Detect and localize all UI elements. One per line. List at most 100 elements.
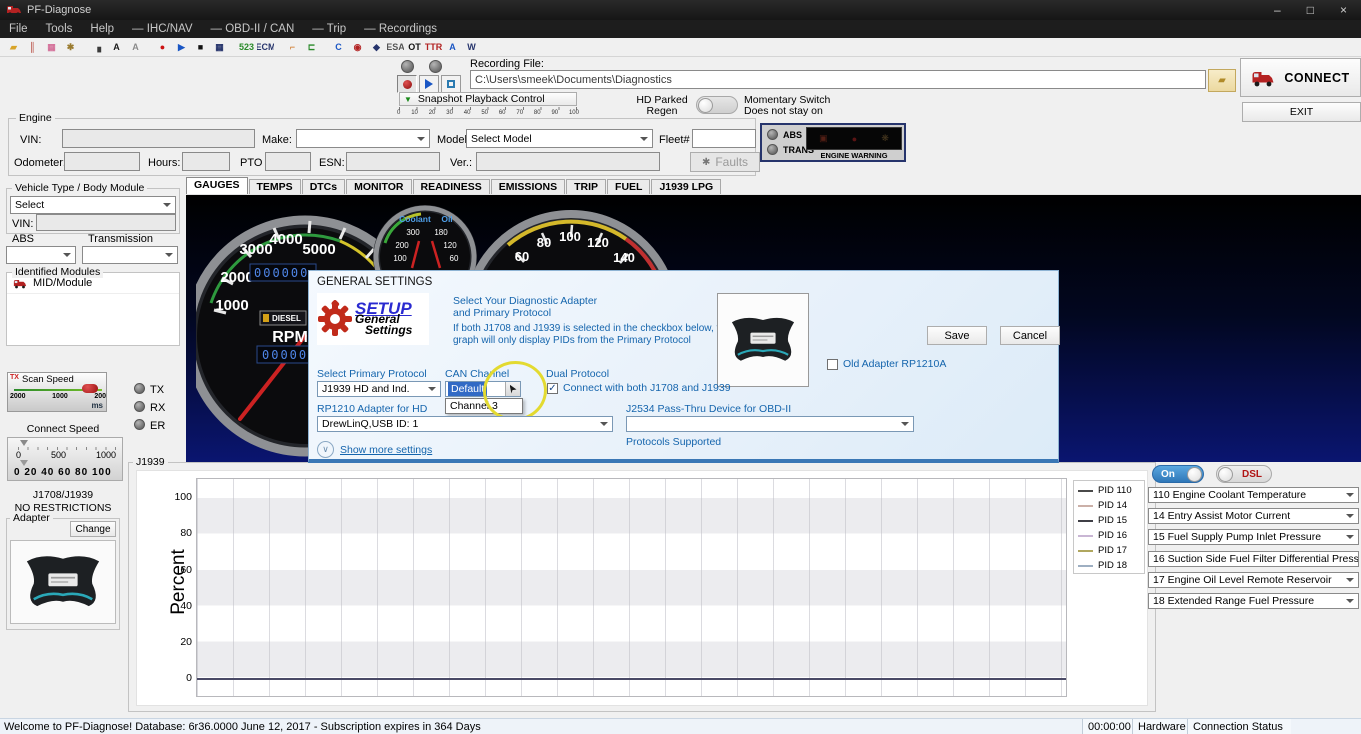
pid-select-5[interactable]: 17 Engine Oil Level Remote Reservoir	[1148, 572, 1359, 588]
esn-field[interactable]	[346, 152, 440, 171]
rp1210-adapter-select[interactable]: DrewLinQ,USB ID: 1	[317, 416, 613, 432]
vin-field[interactable]	[62, 129, 255, 148]
odometer-field[interactable]	[64, 152, 140, 171]
recording-file-label: Recording File:	[470, 58, 544, 70]
snapshot-playback-label: Snapshot Playback Control	[418, 93, 545, 105]
chevron-down-icon	[1346, 514, 1354, 518]
pid-select-6[interactable]: 18 Extended Range Fuel Pressure	[1148, 593, 1359, 609]
transmission-select[interactable]	[82, 246, 178, 264]
tab-dtcs[interactable]: DTCs	[302, 179, 345, 194]
pid-select-2[interactable]: 14 Entry Assist Motor Current	[1148, 508, 1359, 524]
maximize-button[interactable]: □	[1307, 3, 1314, 17]
pid-select-3[interactable]: 15 Fuel Supply Pump Inlet Pressure	[1148, 529, 1359, 545]
tab-readiness[interactable]: READINESS	[413, 179, 490, 194]
recording-file-input[interactable]	[470, 70, 1206, 89]
snapshot-playback-button[interactable]: ▼ Snapshot Playback Control	[399, 92, 577, 106]
menu-file[interactable]: File	[0, 23, 37, 35]
vehicle-type-select[interactable]: Select	[10, 196, 176, 214]
stop-button[interactable]	[441, 75, 461, 93]
connector-icon[interactable]: ⊏	[303, 40, 320, 55]
make-select[interactable]	[296, 129, 430, 148]
identified-modules-label: Identified Modules	[12, 266, 103, 278]
menu-recordings[interactable]: — Recordings	[355, 23, 446, 35]
menu-help[interactable]: Help	[81, 23, 123, 35]
pid-select-1[interactable]: 110 Engine Coolant Temperature	[1148, 487, 1359, 503]
menu-tools[interactable]: Tools	[37, 23, 82, 35]
browse-folder-button[interactable]: ▰	[1208, 69, 1236, 92]
save-icon[interactable]: ▦	[43, 40, 60, 55]
connect-speed-pointer-top	[20, 440, 28, 446]
record-button[interactable]	[397, 75, 417, 93]
model-select[interactable]: Select Model	[466, 129, 653, 148]
record-icon[interactable]: ●	[154, 40, 171, 55]
show-more-settings-link[interactable]: ∨ Show more settings	[317, 441, 432, 458]
j2534-device-select[interactable]	[626, 416, 914, 432]
ver-field[interactable]	[476, 152, 660, 171]
sidebar-vin-field[interactable]	[36, 214, 176, 231]
connect-speed-scale-bottom: 0 20 40 60 80 100	[14, 467, 112, 478]
settings-gear-icon[interactable]: ✱	[62, 40, 79, 55]
pto-field[interactable]	[265, 152, 311, 171]
ecm-icon[interactable]: ECM	[257, 40, 274, 55]
menu-obd2-can[interactable]: — OBD-II / CAN	[202, 23, 304, 35]
pid-select-4[interactable]: 16 Suction Side Fuel Filter Differential…	[1148, 551, 1359, 567]
cancel-button[interactable]: Cancel	[1000, 326, 1060, 345]
tab-emissions[interactable]: EMISSIONS	[491, 179, 565, 194]
fonts-icon[interactable]: A	[108, 40, 125, 55]
dtc-tool-icon[interactable]: OT	[406, 40, 423, 55]
security-key-icon[interactable]: ⌐	[284, 40, 301, 55]
ddec-icon[interactable]: ◉	[349, 40, 366, 55]
tab-j1939-lpg[interactable]: J1939 LPG	[651, 179, 721, 194]
protocols-label: J1708/J1939	[0, 489, 126, 501]
adapter-config-icon[interactable]: ║	[24, 40, 41, 55]
tab-monitor[interactable]: MONITOR	[346, 179, 411, 194]
fleet-field[interactable]	[692, 129, 756, 148]
primary-protocol-select[interactable]: J1939 HD and Ind.	[317, 381, 441, 397]
on-toggle[interactable]: On	[1152, 465, 1204, 483]
waveform-icon[interactable]: W	[463, 40, 480, 55]
legend-item: PID 16	[1074, 528, 1144, 543]
menu-trip[interactable]: — Trip	[303, 23, 355, 35]
faults-button[interactable]: ✱ Faults	[690, 152, 760, 172]
tab-temps[interactable]: TEMPS	[249, 179, 301, 194]
clear-text-icon[interactable]: A	[127, 40, 144, 55]
minimize-button[interactable]: –	[1274, 3, 1281, 17]
dual-protocol-checkbox[interactable]: ✓	[547, 383, 558, 394]
truck-info-icon[interactable]: ▗	[89, 40, 106, 55]
hours-field[interactable]	[182, 152, 230, 171]
abs-select[interactable]	[6, 246, 76, 264]
close-button[interactable]: ×	[1340, 3, 1347, 17]
tab-fuel[interactable]: FUEL	[607, 179, 650, 194]
tab-gauges[interactable]: GAUGES	[186, 177, 248, 194]
ttr-icon[interactable]: TTR	[425, 40, 442, 55]
tab-trip[interactable]: TRIP	[566, 179, 606, 194]
hd-parked-regen-toggle[interactable]	[696, 96, 738, 114]
old-adapter-checkbox[interactable]	[827, 359, 838, 370]
identified-modules-list[interactable]: MID/Module	[6, 272, 180, 346]
recordings-calendar-icon[interactable]: ▦	[211, 40, 228, 55]
stop-engine-icon: ●	[852, 134, 857, 144]
cat-icon[interactable]: C	[330, 40, 347, 55]
er-led	[134, 419, 145, 430]
menu-ihc-nav[interactable]: — IHC/NAV	[123, 23, 202, 35]
j1587-protocol-icon[interactable]: 523	[238, 40, 255, 55]
open-file-icon[interactable]: ▰	[5, 40, 22, 55]
dsl-toggle[interactable]: DSL	[1216, 465, 1272, 483]
abs-label: ABS	[783, 130, 802, 140]
play-button[interactable]	[419, 75, 439, 93]
play-icon[interactable]: ▶	[173, 40, 190, 55]
stop-icon[interactable]: ■	[192, 40, 209, 55]
record-dot-icon	[403, 80, 412, 89]
can-channel-value: Default	[448, 382, 487, 396]
chevron-down-icon	[640, 137, 648, 141]
save-button[interactable]: Save	[927, 326, 987, 345]
exit-button[interactable]: EXIT	[1242, 102, 1361, 122]
snapshot-scale-tick: 0	[397, 110, 400, 116]
esa-icon[interactable]: ESA	[387, 40, 404, 55]
international-icon[interactable]: ◆	[368, 40, 385, 55]
adobe-icon[interactable]: A	[444, 40, 461, 55]
dialog-adapter-photo	[717, 293, 809, 387]
change-adapter-button[interactable]: Change	[70, 521, 116, 537]
rpm-label: RPM	[272, 329, 308, 346]
connect-button[interactable]: CONNECT	[1240, 58, 1361, 97]
